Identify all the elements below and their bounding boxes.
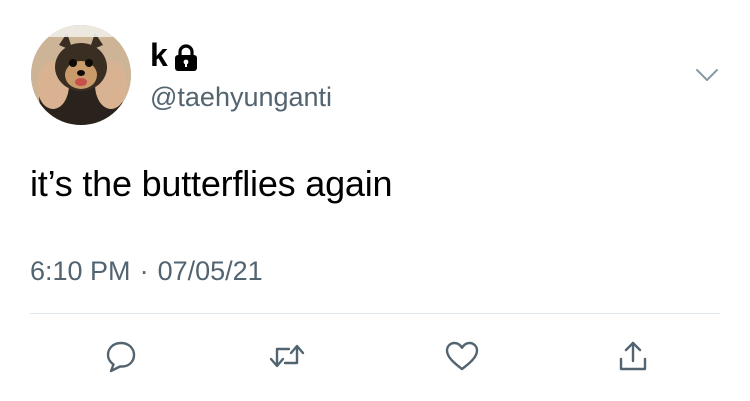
tweet-text: it’s the butterflies again bbox=[30, 163, 393, 204]
share-button[interactable] bbox=[611, 334, 655, 378]
retweet-arrows-icon bbox=[269, 344, 305, 368]
user-handle[interactable]: @taehyunganti bbox=[150, 84, 332, 111]
avatar[interactable] bbox=[31, 25, 131, 125]
speech-bubble-icon bbox=[106, 341, 136, 373]
display-name[interactable]: k bbox=[150, 39, 168, 71]
heart-icon bbox=[445, 341, 479, 371]
retweet-button[interactable] bbox=[265, 334, 309, 378]
tweet-timestamp[interactable]: 6:10 PM · 07/05/21 bbox=[30, 258, 263, 285]
lock-icon bbox=[175, 44, 197, 71]
action-divider bbox=[30, 313, 720, 314]
tweet-date: 07/05/21 bbox=[157, 256, 263, 286]
reply-button[interactable] bbox=[99, 334, 143, 378]
tweet-time: 6:10 PM bbox=[30, 256, 131, 286]
share-up-arrow-icon bbox=[619, 341, 647, 371]
avatar-dog-image bbox=[31, 25, 131, 125]
like-button[interactable] bbox=[440, 334, 484, 378]
timestamp-separator: · bbox=[139, 256, 149, 286]
tweet-card: k @taehyunganti it’s the butterflies aga… bbox=[0, 0, 750, 401]
chevron-down-icon[interactable] bbox=[695, 66, 719, 84]
